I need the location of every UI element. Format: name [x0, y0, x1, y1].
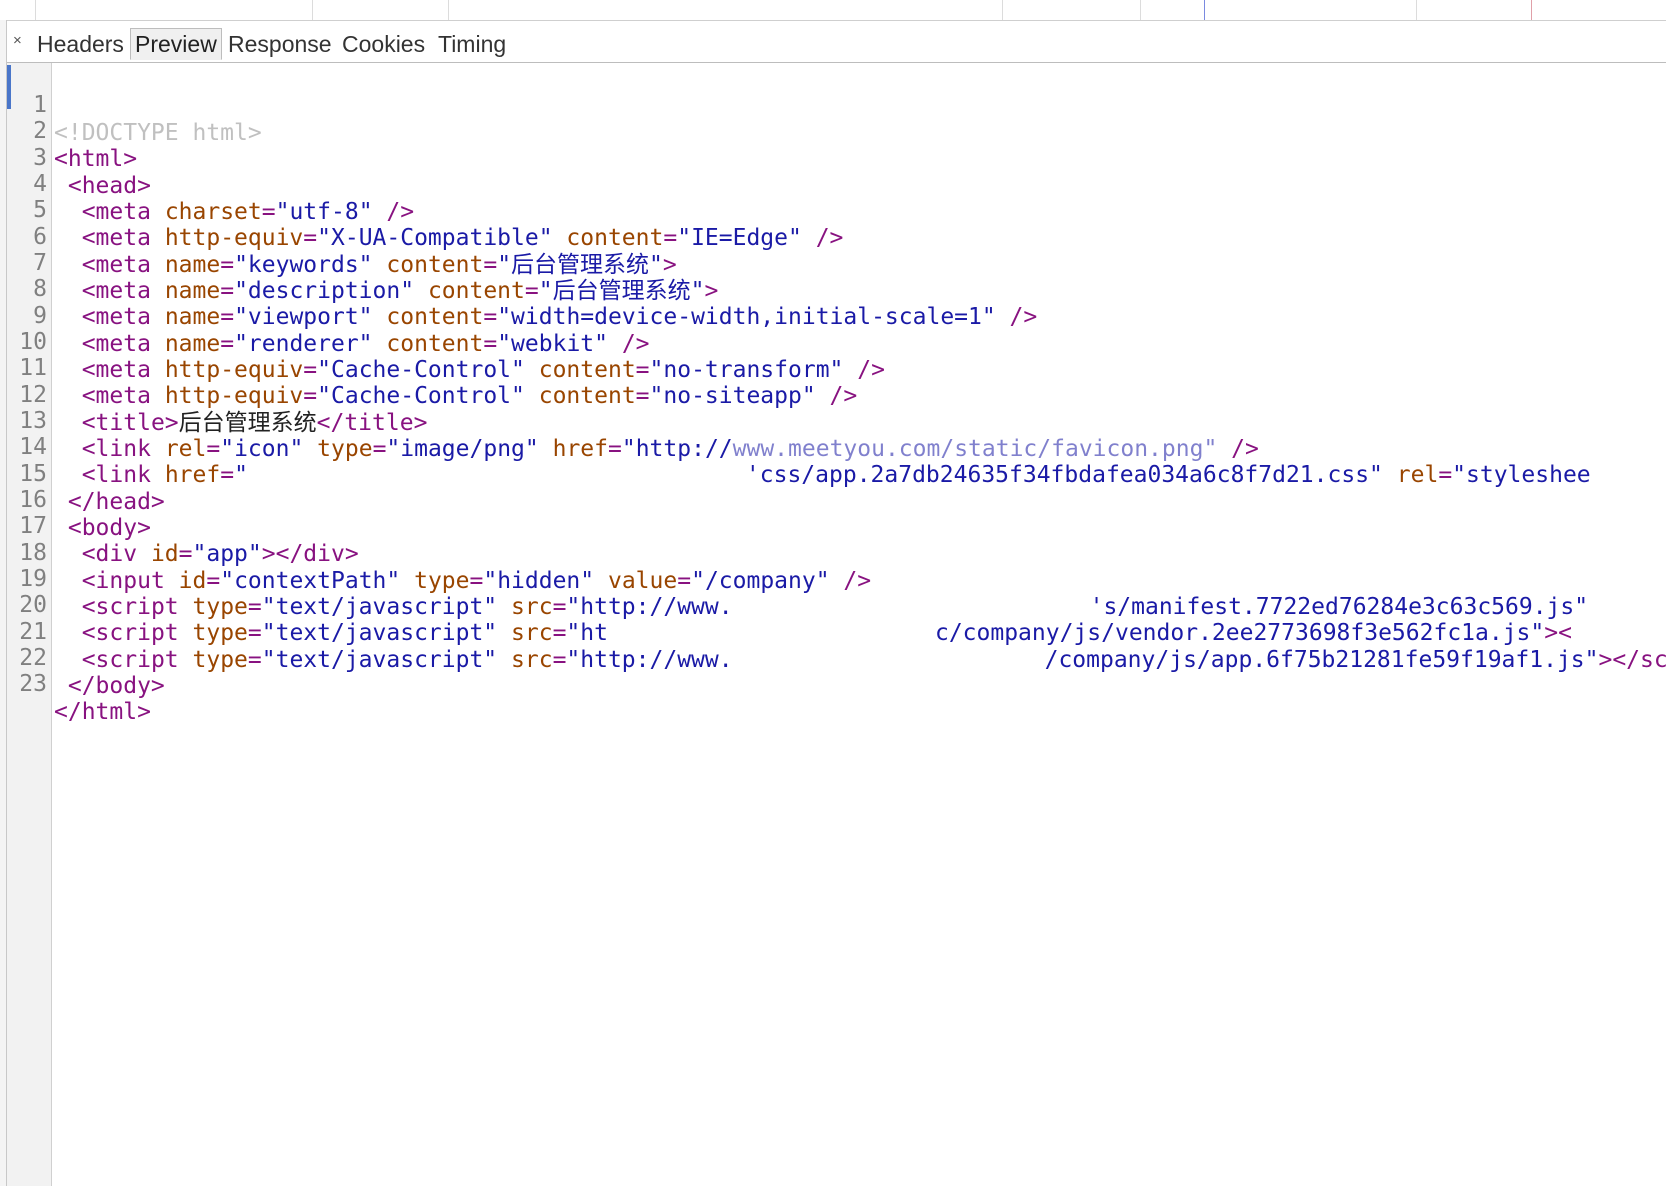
code-line: 7 <meta name="description" content="后台管理… [7, 221, 718, 304]
tab-cookies[interactable]: Cookies [338, 28, 429, 60]
source-preview[interactable]: 1 <!DOCTYPE html> 2 <html> 3 <head> 4 <m… [7, 63, 1666, 1186]
timeline-load-marker [1531, 0, 1532, 20]
code-line: 2 <html> [7, 89, 137, 172]
code-line: 18 <input id="contextPath" type="hidden"… [7, 511, 871, 594]
code-line: 16 <body> [7, 458, 151, 541]
code-line: 6 <meta name="keywords" content="后台管理系统"… [7, 195, 677, 278]
code-line: 1 <!DOCTYPE html> [7, 63, 262, 146]
code-line: 3 <head> [7, 116, 151, 199]
code-line: 5 <meta http-equiv="X-UA-Compatible" con… [7, 168, 843, 251]
timeline-domcontentloaded-marker [1204, 0, 1205, 20]
tab-response[interactable]: Response [224, 28, 336, 60]
code-line: 21 <script type="text/javascript" src="h… [7, 590, 1666, 673]
timeline-gridline [35, 0, 36, 20]
code-line: 20 <script type="text/javascript" src="h… [7, 563, 1572, 646]
code-line: 4 <meta charset="utf-8" /> [7, 142, 414, 225]
code-line: 22 </body> [7, 616, 164, 699]
detail-tab-bar: × Headers Preview Response Cookies Timin… [7, 22, 1666, 63]
code-line: 12 <title>后台管理系统</title> [7, 353, 427, 436]
devtools-network-preview: × Headers Preview Response Cookies Timin… [0, 0, 1666, 1186]
line-number: 23 [19, 671, 47, 697]
code-line: 15 </head> [7, 432, 164, 515]
code-line: 11 <meta http-equiv="Cache-Control" cont… [7, 326, 857, 409]
timeline-gridline [448, 0, 449, 20]
code-line: 10 <meta http-equiv="Cache-Control" cont… [7, 300, 885, 383]
request-list-edge[interactable] [0, 20, 7, 1186]
code-line: 19 <script type="text/javascript" src="h… [7, 537, 1588, 620]
code-line: 17 <div id="app"></div> [7, 484, 358, 567]
close-icon[interactable]: × [13, 33, 22, 49]
code-line: 14 <link href="'css/app.2a7db24635f34fbd… [7, 405, 1590, 488]
timeline-gridline [312, 0, 313, 20]
code-line: 9 <meta name="renderer" content="webkit"… [7, 274, 649, 357]
tab-headers[interactable]: Headers [33, 28, 128, 60]
timeline-gridline [1140, 0, 1141, 20]
code-line: 8 <meta name="viewport" content="width=d… [7, 247, 1037, 330]
timeline-gridline [1416, 0, 1417, 20]
tab-timing[interactable]: Timing [434, 28, 510, 60]
html-close-tag: </html> [54, 699, 151, 725]
timeline-gridline [1002, 0, 1003, 20]
code-line: 23 </html> [7, 642, 151, 725]
code-line: 13 <link rel="icon" type="image/png" hre… [7, 379, 1259, 462]
tab-preview[interactable]: Preview [130, 28, 222, 60]
network-timeline-strip[interactable] [0, 0, 1666, 21]
